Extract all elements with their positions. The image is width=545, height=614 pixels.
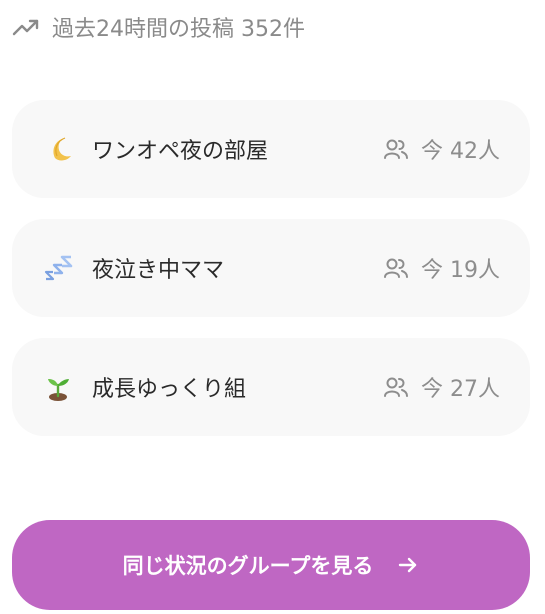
group-card-night-room[interactable]: ワンオペ夜の部屋 今 42人: [12, 100, 530, 198]
group-list: ワンオペ夜の部屋 今 42人 夜泣き中ママ 今 19人 成長ゆっくり組 今 27…: [12, 100, 530, 436]
group-name: 成長ゆっくり組: [92, 377, 247, 402]
page: 過去24時間の投稿 352件 ワンオペ夜の部屋 今 42人 夜泣き中ママ 今 1…: [0, 0, 545, 614]
people-icon: [383, 375, 409, 399]
stats-line: 過去24時間の投稿 352件: [12, 10, 305, 44]
zzz-sleep-icon: [42, 252, 74, 284]
group-name: 夜泣き中ママ: [92, 258, 225, 283]
member-count: 今 27人: [421, 377, 500, 402]
view-similar-groups-button[interactable]: 同じ状況のグループを見る: [12, 520, 530, 610]
member-count: 今 42人: [421, 139, 500, 164]
cta-label: 同じ状況のグループを見る: [122, 554, 374, 578]
crescent-moon-icon: [42, 133, 74, 165]
group-card-night-crying[interactable]: 夜泣き中ママ 今 19人: [12, 219, 530, 317]
people-icon: [383, 137, 409, 161]
stats-text: 過去24時間の投稿 352件: [52, 17, 305, 42]
group-name: ワンオペ夜の部屋: [92, 139, 269, 164]
people-icon: [383, 256, 409, 280]
arrow-right-icon: [397, 555, 419, 575]
seedling-icon: [42, 371, 74, 403]
trending-up-icon: [12, 17, 40, 37]
member-count: 今 19人: [421, 258, 500, 283]
group-card-slow-growth[interactable]: 成長ゆっくり組 今 27人: [12, 338, 530, 436]
